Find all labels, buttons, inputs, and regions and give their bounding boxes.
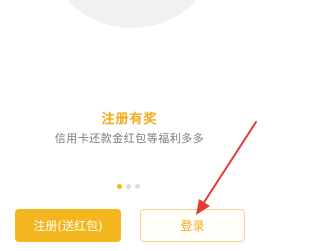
login-button-label: 登录 [180,219,205,233]
page-indicator-dot[interactable] [135,184,140,189]
slide-subtitle: 信用卡还款金红包等福利多多 [54,132,205,145]
register-button-label: 注册(送红包) [33,219,103,233]
page-indicator-dot[interactable] [126,184,131,189]
register-button[interactable]: 注册(送红包) [15,209,121,242]
login-welcome-screen: 注册有奖 信用卡还款金红包等福利多多 注册(送红包) 登录 [0,0,259,251]
promo-illustration [43,0,221,28]
slide-title: 注册有奖 [101,112,158,127]
page-indicator-dot-active[interactable] [117,184,122,189]
login-button[interactable]: 登录 [140,209,245,242]
